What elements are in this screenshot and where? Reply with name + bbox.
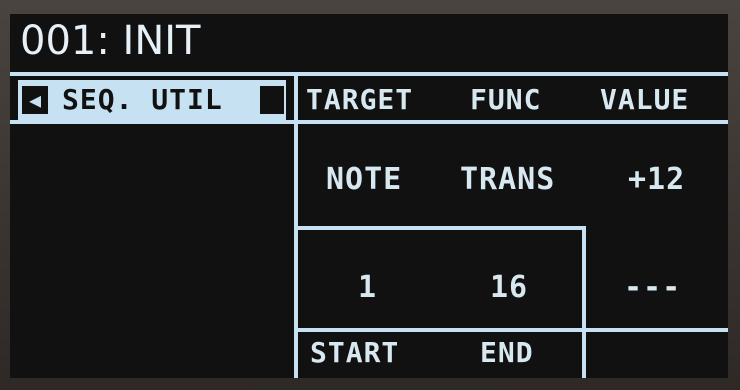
column-header-value: VALUE bbox=[600, 83, 690, 116]
column-header-func: FUNC bbox=[470, 83, 542, 116]
menu-header-gap bbox=[260, 86, 284, 114]
start-value[interactable]: 1 bbox=[358, 270, 377, 305]
lcd-screen: 001: INIT ◀ SEQ. UTIL TARGET FUNC VALUE … bbox=[10, 14, 728, 378]
patch-title: 001: INIT bbox=[20, 18, 201, 64]
start-label: START bbox=[310, 336, 400, 369]
back-arrow-icon[interactable]: ◀ bbox=[22, 86, 48, 114]
range-box-label-divider bbox=[294, 328, 728, 332]
menu-label: SEQ. UTIL bbox=[62, 83, 223, 116]
column-header-target: TARGET bbox=[306, 83, 414, 116]
end-label: END bbox=[480, 336, 534, 369]
amount-value[interactable]: +12 bbox=[628, 162, 685, 197]
title-divider bbox=[10, 72, 728, 76]
range-value-placeholder[interactable]: --- bbox=[624, 270, 681, 305]
target-value[interactable]: NOTE bbox=[326, 162, 402, 197]
range-box-right bbox=[582, 226, 586, 378]
func-value[interactable]: TRANS bbox=[460, 162, 555, 197]
end-value[interactable]: 16 bbox=[490, 270, 528, 305]
range-box-top bbox=[294, 226, 586, 230]
header-divider bbox=[10, 120, 728, 124]
